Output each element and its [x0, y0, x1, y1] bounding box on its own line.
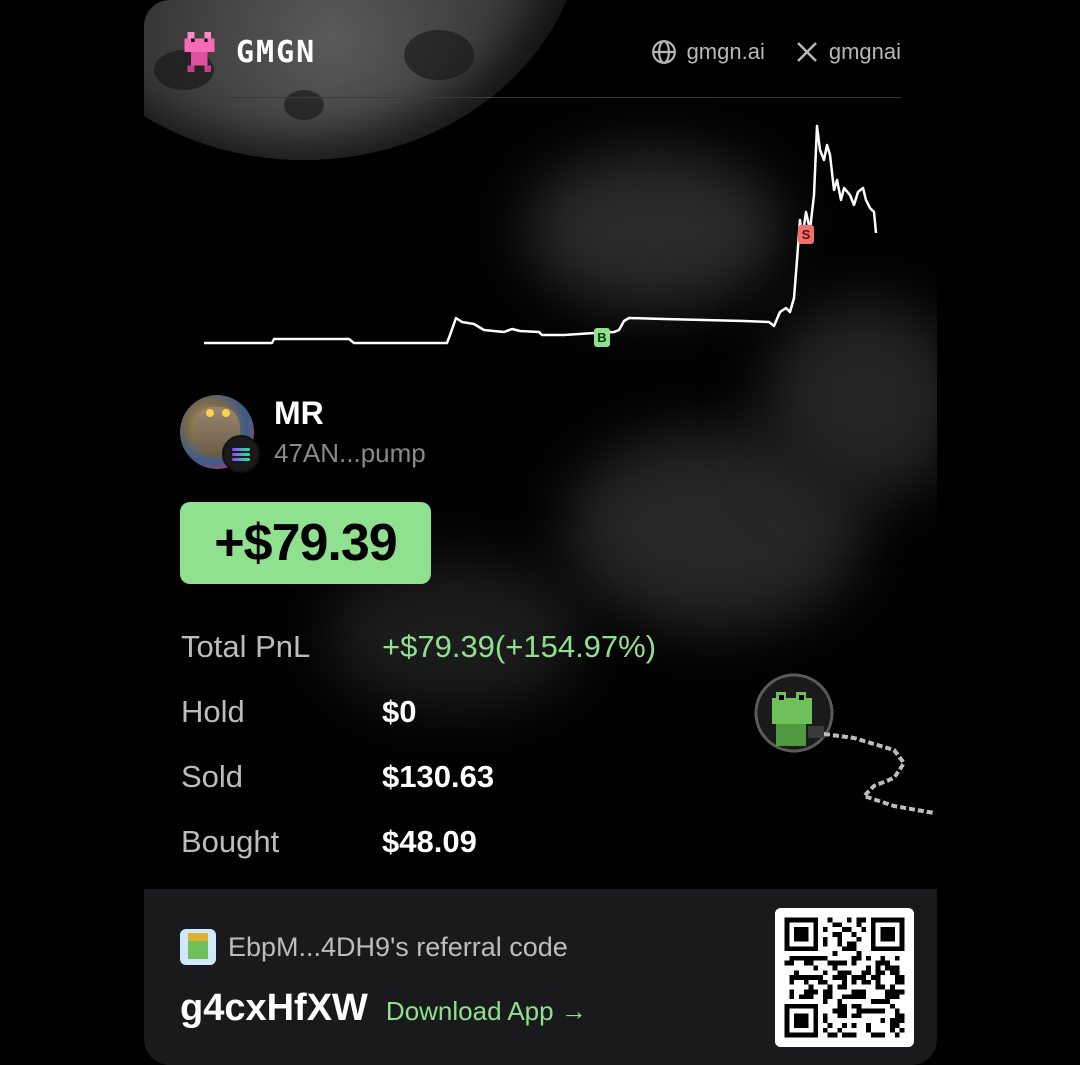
sell-marker-label: S: [802, 227, 811, 242]
price-line: [204, 124, 878, 345]
stat-row-sold: Sold $130.63: [181, 744, 656, 809]
x-logo-icon: [796, 42, 817, 62]
stat-label: Total PnL: [181, 628, 311, 664]
buy-marker: B: [594, 328, 610, 347]
pnl-amount-badge: +$79.39: [180, 502, 431, 584]
stat-label: Bought: [181, 823, 280, 859]
solana-icon: [222, 435, 260, 473]
referral-code[interactable]: g4cxHfXW: [180, 987, 368, 1030]
footer: EbpM...4DH9's referral code g4cxHfXW Dow…: [144, 889, 937, 1065]
token-info: MR 47AN...pump: [180, 395, 426, 473]
stat-value: $48.09: [382, 823, 477, 859]
x-link[interactable]: gmgnai: [795, 39, 901, 65]
download-app-link[interactable]: Download App →: [386, 996, 587, 1027]
x-label: gmgnai: [828, 39, 901, 64]
pnl-card: GMGN gmgn.ai gmgnai B S MR 47AN...pump +…: [144, 0, 937, 1065]
stat-value: $130.63: [382, 758, 495, 794]
stats-table: Total PnL +$79.39(+154.97%) Hold $0 Sold…: [181, 614, 656, 874]
price-chart: B S: [204, 124, 878, 347]
token-address: 47AN...pump: [274, 438, 426, 468]
stat-row-bought: Bought $48.09: [181, 809, 656, 874]
qr-code[interactable]: [775, 908, 914, 1047]
token-name: MR: [274, 395, 324, 431]
stat-value: +$79.39(+154.97%): [382, 628, 657, 664]
stat-value: $0: [382, 693, 417, 729]
website-label: gmgn.ai: [686, 39, 765, 64]
sell-marker: S: [798, 225, 814, 244]
referral-line: EbpM...4DH9's referral code: [180, 929, 568, 965]
frog-logo-icon: [184, 32, 215, 72]
referral-text: EbpM...4DH9's referral code: [228, 931, 568, 962]
header: GMGN gmgn.ai gmgnai: [184, 30, 901, 74]
stat-row-hold: Hold $0: [181, 679, 656, 744]
stat-label: Sold: [181, 758, 244, 794]
website-link[interactable]: gmgn.ai: [651, 39, 765, 65]
buy-marker-label: B: [597, 330, 606, 345]
referrer-avatar-icon: [180, 929, 216, 965]
stat-label: Hold: [181, 693, 245, 729]
astronaut-frog-illustration: [754, 673, 935, 815]
brand-name: GMGN: [236, 34, 317, 70]
token-avatar: [180, 395, 260, 473]
globe-icon: [651, 40, 676, 64]
code-row: g4cxHfXW Download App →: [180, 987, 587, 1030]
header-divider: [180, 97, 901, 98]
stat-row-total-pnl: Total PnL +$79.39(+154.97%): [181, 614, 656, 679]
